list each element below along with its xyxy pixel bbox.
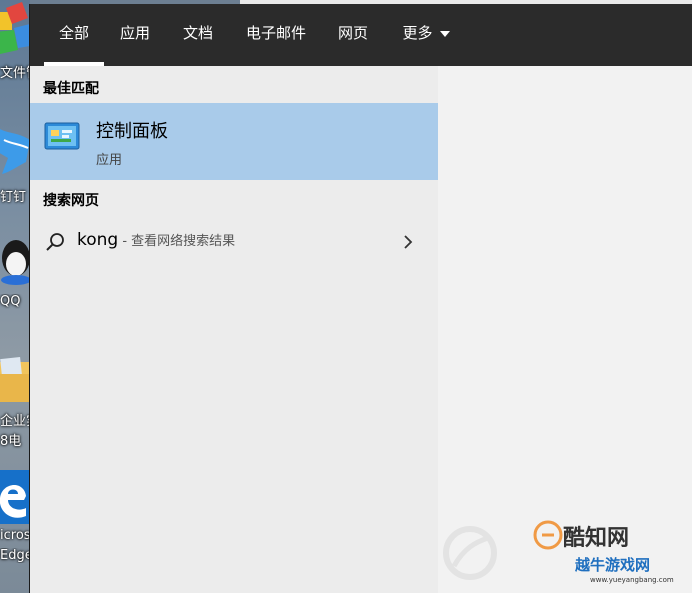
qq-icon[interactable] bbox=[0, 236, 30, 292]
desktop: 文件管 钉钉 QQ 企业实 8电 icros Edge bbox=[0, 0, 30, 593]
desktop-label: 钉钉 bbox=[0, 190, 27, 205]
tab-web[interactable]: 网页 bbox=[328, 4, 378, 66]
desktop-label: 8电 bbox=[0, 434, 22, 449]
search-results: 最佳匹配 控制面板 应用 搜索网页 kong - 查看网络搜索结果 bbox=[30, 66, 438, 593]
folder-icon[interactable] bbox=[0, 354, 30, 406]
watermark-subtitle: 越牛游戏网 bbox=[575, 556, 651, 574]
caret-down-icon bbox=[439, 30, 450, 37]
search-filter-tabs: 全部 应用 文档 电子邮件 网页 更多 bbox=[30, 4, 692, 66]
tab-all[interactable]: 全部 bbox=[44, 4, 104, 66]
tab-more[interactable]: 更多 bbox=[391, 4, 461, 66]
web-search-hint: - 查看网络搜索结果 bbox=[118, 234, 236, 249]
search-icon bbox=[46, 233, 64, 251]
desktop-label: Edge bbox=[0, 548, 30, 563]
best-match-name: 控制面板 bbox=[96, 121, 168, 142]
web-search-heading: 搜索网页 bbox=[43, 193, 99, 209]
tab-email[interactable]: 电子邮件 bbox=[238, 4, 314, 66]
app-icon-colorful[interactable] bbox=[0, 0, 30, 58]
best-match-heading: 最佳匹配 bbox=[43, 81, 99, 97]
chevron-right-icon[interactable] bbox=[403, 234, 413, 250]
watermark: 酷知网 越牛游戏网 www.yueyangbang.com bbox=[440, 498, 690, 593]
dingtalk-icon[interactable] bbox=[0, 122, 30, 182]
desktop-label: QQ bbox=[0, 294, 21, 309]
best-match-result[interactable]: 控制面板 应用 bbox=[30, 103, 438, 180]
search-query: kong bbox=[77, 230, 119, 250]
watermark-logo-icon bbox=[443, 526, 497, 580]
best-match-type: 应用 bbox=[96, 153, 123, 168]
tab-apps[interactable]: 应用 bbox=[110, 4, 160, 66]
web-search-result[interactable]: kong - 查看网络搜索结果 bbox=[30, 224, 438, 260]
watermark-badge-icon bbox=[533, 520, 563, 550]
control-panel-icon bbox=[44, 122, 80, 150]
desktop-label: 文件管 bbox=[0, 66, 30, 81]
watermark-title: 酷知网 bbox=[563, 526, 630, 551]
desktop-label: 企业实 bbox=[0, 414, 30, 429]
edge-icon[interactable] bbox=[0, 470, 30, 524]
tab-documents[interactable]: 文档 bbox=[173, 4, 223, 66]
watermark-url: www.yueyangbang.com bbox=[590, 576, 674, 584]
desktop-label: icros bbox=[0, 528, 30, 543]
